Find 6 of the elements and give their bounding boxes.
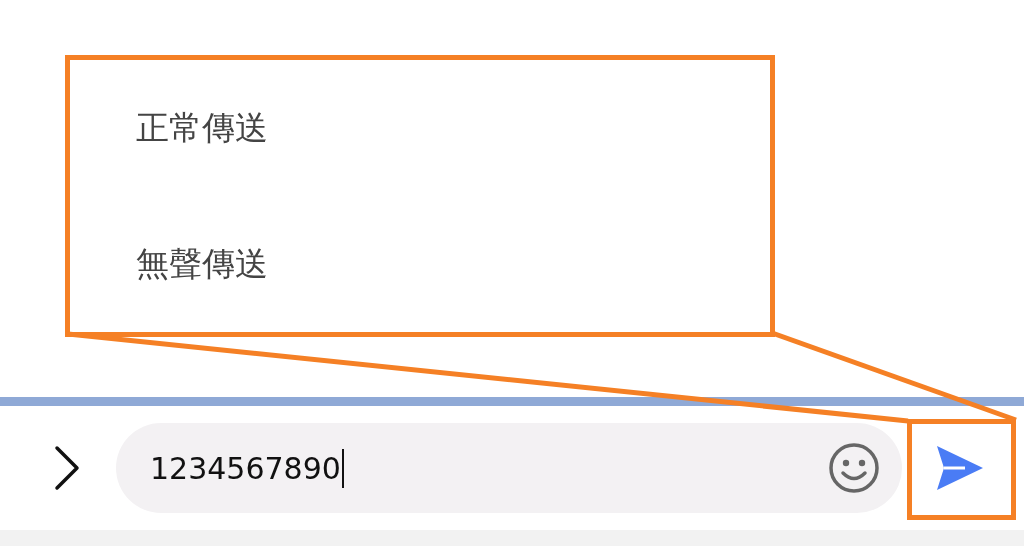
- send-icon[interactable]: [935, 444, 985, 492]
- emoji-icon[interactable]: [828, 442, 880, 494]
- chevron-icon[interactable]: [53, 445, 81, 491]
- menu-item[interactable]: 無聲傳送: [136, 244, 268, 284]
- message-field[interactable]: 1234567890: [116, 423, 902, 513]
- menu-item[interactable]: 正常傳送: [136, 108, 268, 148]
